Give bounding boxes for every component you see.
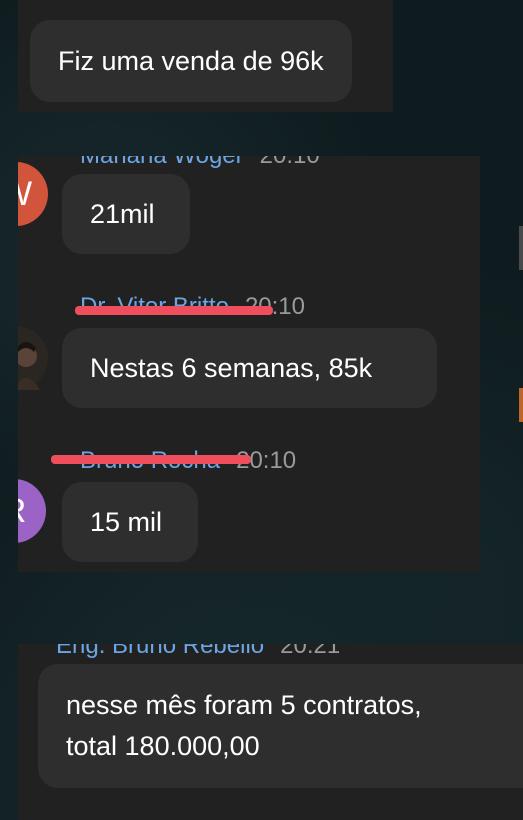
message-bubble[interactable]: 15 mil [62,482,198,562]
sender-row: Eng. Bruno Rebello 20:21 [56,644,340,660]
avatar[interactable]: R [18,479,46,543]
avatar-initial: R [18,492,26,530]
message-bubble[interactable]: Nestas 6 semanas, 85k [62,328,437,408]
avatar[interactable]: W [18,162,48,226]
message-time: 20:21 [280,644,341,659]
message-fragment-middle: Mariana Woger20:10 W 21mil Dr. Vitor Bri… [18,156,480,572]
message-bubble[interactable]: 21mil [62,174,190,254]
message-time: 20:10 [260,156,320,169]
message-bubble[interactable]: nesse mês foram 5 contratos, total 180.0… [38,664,523,788]
message-text-line: total 180.000,00 [66,731,260,761]
message-text-line: nesse mês foram 5 contratos, [66,690,422,720]
avatar[interactable] [18,326,48,390]
redaction-strike [51,455,251,464]
message-fragment-bottom: Eng. Bruno Rebello 20:21 nesse mês foram … [18,644,523,820]
message-text: 15 mil [90,507,163,537]
sender-row: Mariana Woger 20:10 [80,156,320,170]
message-text: Fiz uma venda de 96k [58,46,324,76]
avatar-initial: W [18,175,32,213]
sender-name[interactable]: Eng. Bruno Rebello [56,644,264,659]
message-bubble[interactable]: Fiz uma venda de 96k [30,20,352,102]
redaction-strike [75,306,273,315]
message-text: Nestas 6 semanas, 85k [90,353,373,383]
sender-name[interactable]: Mariana Woger [80,156,244,169]
message-fragment-top: Fiz uma venda de 96k [18,0,393,112]
avatar-photo-icon [18,342,40,390]
message-text: 21mil [90,199,155,229]
edge-artifact [519,226,523,270]
edge-artifact [519,388,523,422]
